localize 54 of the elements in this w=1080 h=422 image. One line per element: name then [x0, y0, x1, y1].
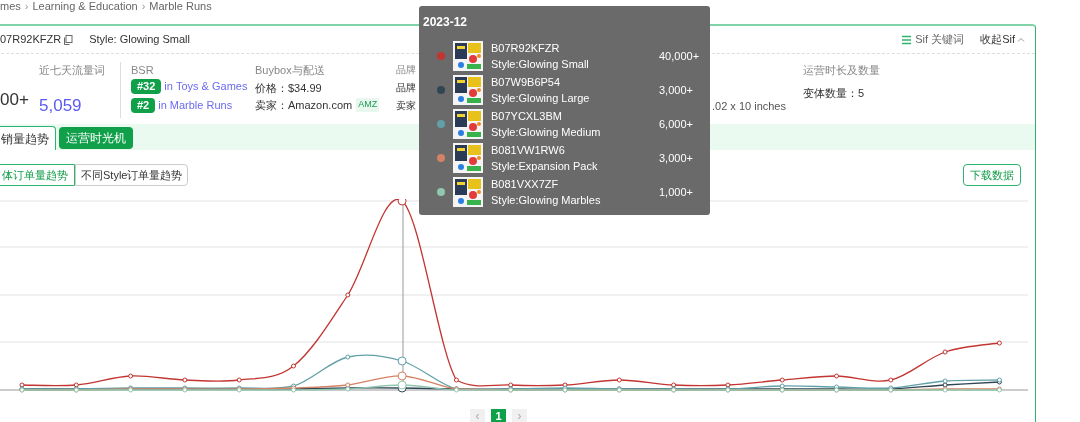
price-text: 价格：$34.99	[255, 81, 323, 94]
asin-text: 07R92KFZR	[0, 32, 62, 48]
sif-keywords-link[interactable]: Sif 关键词	[915, 31, 965, 48]
segment-tab[interactable]: 体订单量趋势	[0, 164, 75, 186]
tab[interactable]: 运营时光机	[59, 127, 133, 149]
download-button[interactable]: 下载数据	[963, 164, 1021, 186]
order-value: 40,000+	[659, 48, 700, 64]
style-text: Style:Glowing Large	[491, 91, 591, 106]
asin-text: B07YCXL3BM	[491, 109, 563, 124]
style-text: Style:Glowing Small	[491, 57, 590, 72]
rank-prefix: in	[164, 79, 173, 95]
style-text: Style:Expansion Pack	[491, 159, 599, 174]
order-value: 3,000+	[659, 82, 693, 98]
breadcrumb-link[interactable]: Learning & Education	[32, 0, 138, 15]
brand-text: 品牌	[396, 81, 417, 94]
stat-label: 品牌	[396, 63, 417, 76]
stat-label: 近七天流量词	[39, 63, 106, 78]
tab[interactable]: 销量趋势	[0, 126, 56, 150]
category-link[interactable]: Toys & Games	[175, 78, 248, 95]
rank-prefix: in	[158, 98, 167, 114]
order-value: 3,000+	[659, 150, 693, 166]
rank-badge: #2	[131, 98, 156, 113]
copy-icon[interactable]	[64, 34, 74, 45]
order-value: 1,000+	[659, 184, 693, 200]
seller-count-text: 卖家	[396, 99, 417, 112]
style-text: Style: Glowing Small	[89, 32, 190, 48]
breadcrumb-link[interactable]: Marble Runs	[149, 0, 212, 15]
collapse-button[interactable]: 收起Sif	[980, 31, 1025, 48]
category-link[interactable]: Marble Runs	[169, 97, 233, 114]
stat-label: Buybox与配送	[255, 63, 326, 76]
stat-label: BSR	[131, 63, 155, 76]
page-button[interactable]: 1	[491, 409, 506, 422]
seller-text: 卖家：Amazon.com	[255, 97, 353, 113]
list-icon	[902, 34, 912, 45]
breadcrumb-separator: ›	[141, 0, 146, 14]
style-text: Style:Glowing Medium	[491, 125, 602, 140]
asin-text: B081VXX7ZF	[491, 177, 560, 192]
asin-text: B07R92KFZR	[491, 41, 561, 56]
asin-text: B07W9B6P54	[491, 75, 562, 90]
breadcrumb-separator: ›	[24, 0, 29, 14]
chevron-up-icon	[1017, 37, 1025, 42]
breadcrumb-link[interactable]: mes	[0, 0, 21, 15]
rank-badge: #32	[131, 79, 162, 94]
segment-tab[interactable]: 不同Style订单量趋势	[75, 164, 189, 186]
style-text: Style:Glowing Marbles	[491, 193, 602, 208]
size-text: .02 x 10 inches	[712, 99, 787, 112]
order-value: 6,000+	[659, 116, 693, 132]
stat-label: 运营时长及数量	[803, 63, 880, 78]
variants-text: 变体数量：5	[803, 85, 866, 101]
seller-badge: AMZ	[356, 98, 380, 112]
tooltip-title: 2023-12	[423, 15, 468, 29]
sales-value: 00+	[0, 88, 30, 111]
asin-text: B081VW1RW6	[491, 143, 566, 158]
stat-value: 5,059	[39, 94, 83, 117]
